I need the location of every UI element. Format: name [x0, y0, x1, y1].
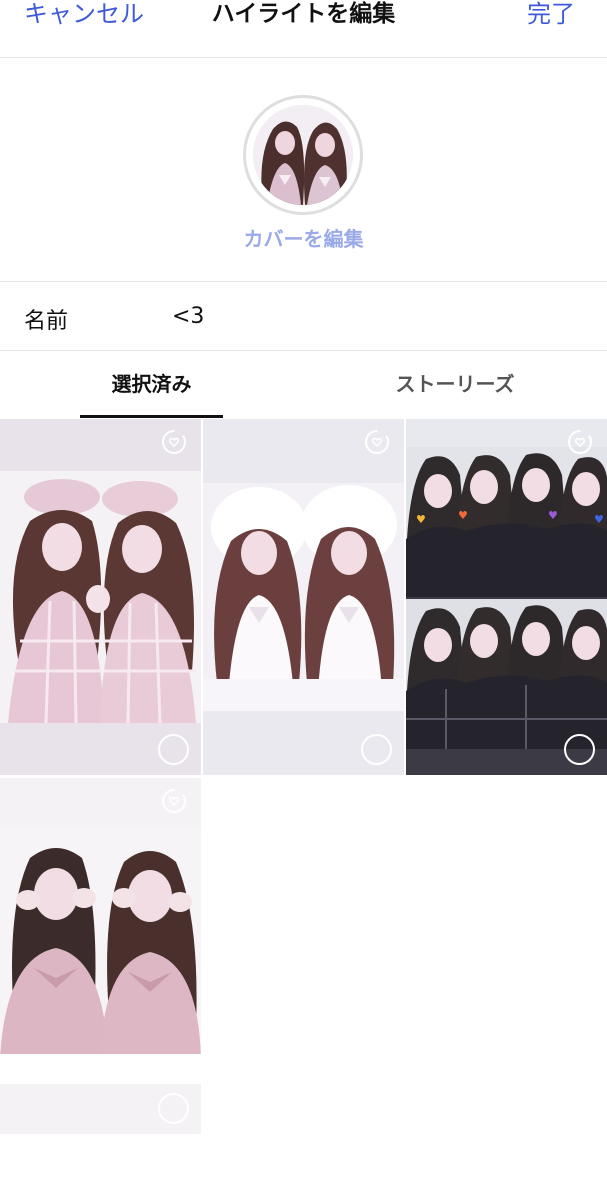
cover-image: [253, 105, 353, 205]
story-photo: [0, 471, 201, 723]
story-thumbnail[interactable]: [203, 419, 404, 775]
tab-bar: 選択済み ストーリーズ: [0, 351, 607, 419]
story-thumbnail[interactable]: [0, 419, 201, 775]
cover-thumbnail[interactable]: [243, 95, 363, 215]
boomerang-heart-icon: [162, 430, 186, 454]
story-thumbnail[interactable]: ♥ ♥ ♥ ♥: [406, 419, 607, 775]
tab-stories[interactable]: ストーリーズ: [380, 351, 530, 419]
boomerang-heart-icon: [162, 789, 186, 813]
tab-active-indicator: [80, 415, 223, 418]
name-row: 名前: [0, 283, 607, 351]
selection-circle-icon[interactable]: [158, 1093, 189, 1124]
page-title: ハイライトを編集: [211, 1, 396, 27]
story-photo: [0, 828, 201, 1084]
selection-circle-icon[interactable]: [361, 734, 392, 765]
done-button[interactable]: 完了: [527, 0, 575, 29]
name-input[interactable]: [172, 297, 572, 335]
selection-circle-icon[interactable]: [158, 734, 189, 765]
boomerang-heart-icon: [568, 430, 592, 454]
cover-section: カバーを編集: [0, 58, 607, 282]
svg-text:♥: ♥: [416, 513, 426, 526]
svg-text:♥: ♥: [548, 509, 558, 522]
story-thumbnail[interactable]: [0, 778, 201, 1134]
story-photo: ♥ ♥ ♥ ♥: [406, 419, 607, 775]
tab-selected[interactable]: 選択済み: [80, 351, 223, 419]
story-photo: [203, 483, 404, 711]
svg-text:♥: ♥: [594, 513, 604, 526]
nav-header: キャンセル ハイライトを編集 完了: [0, 0, 607, 58]
svg-text:♥: ♥: [458, 509, 468, 522]
edit-cover-button[interactable]: カバーを編集: [0, 222, 607, 253]
selection-circle-icon[interactable]: [564, 734, 595, 765]
name-label: 名前: [24, 309, 69, 334]
boomerang-heart-icon: [365, 430, 389, 454]
